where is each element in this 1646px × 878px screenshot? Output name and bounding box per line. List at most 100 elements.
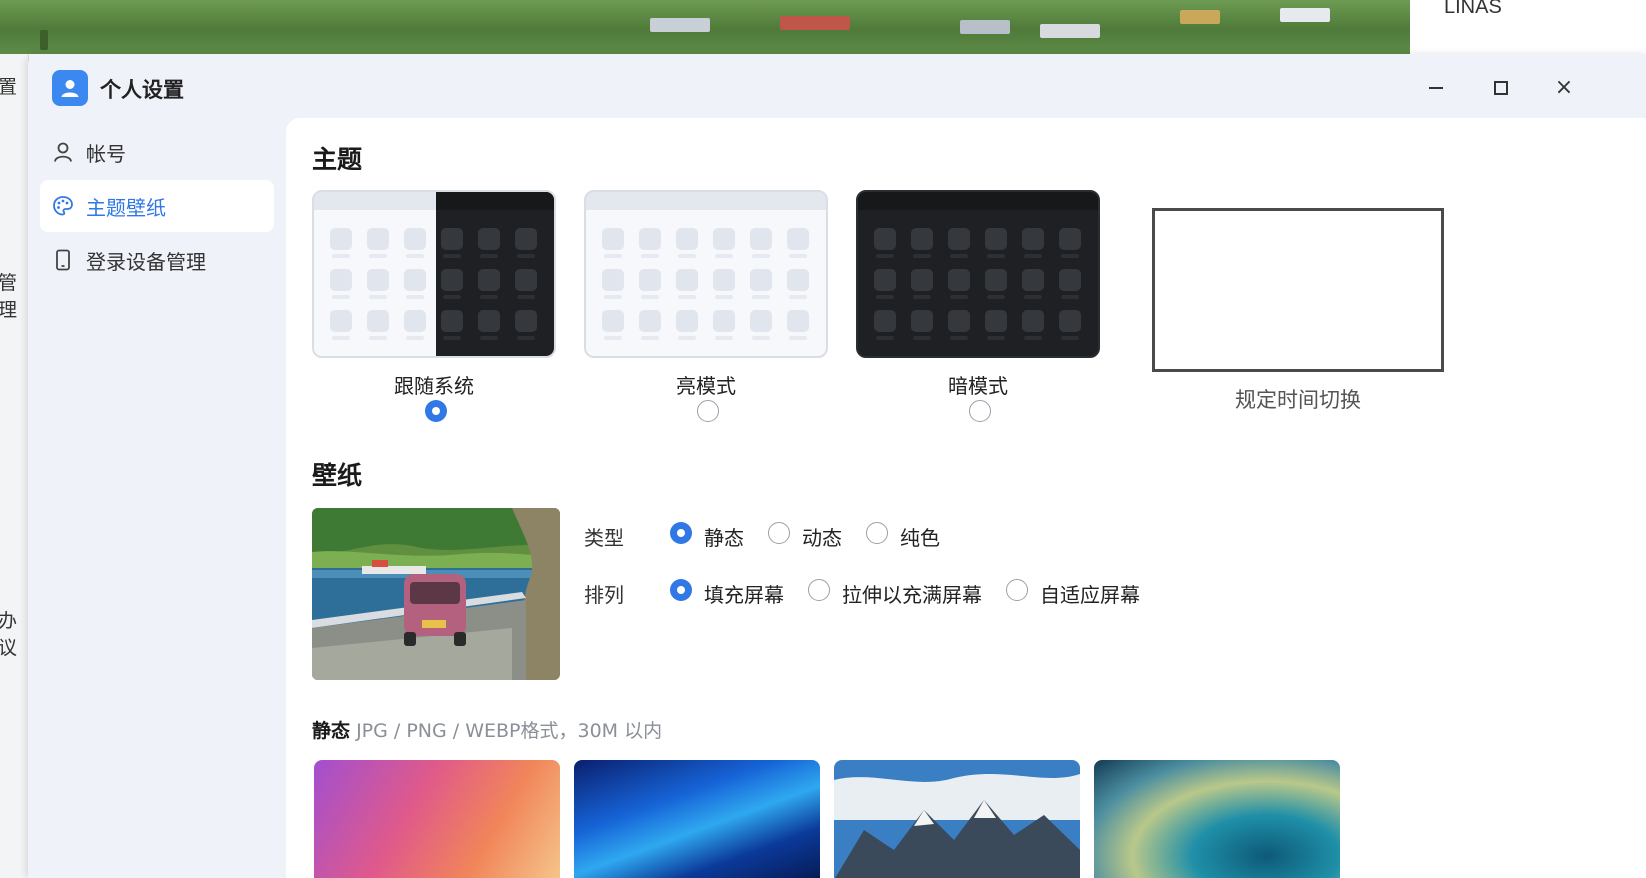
- preview-app-label-line: [752, 295, 770, 299]
- preview-app-tile: [1022, 228, 1044, 250]
- wallpaper-preview-image: [312, 508, 560, 680]
- theme-option-dark-preview[interactable]: [856, 190, 1100, 358]
- preview-app-label-line: [950, 295, 968, 299]
- preview-app-label-line: [987, 336, 1005, 340]
- minimize-button[interactable]: [1418, 70, 1454, 106]
- window-title: 个人设置: [100, 78, 184, 102]
- maximize-button[interactable]: [1483, 70, 1519, 106]
- preview-app-label-line: [752, 254, 770, 258]
- phone-icon: [52, 249, 74, 271]
- preview-app-label-line: [876, 254, 894, 258]
- preview-app-label-line: [987, 254, 1005, 258]
- preview-app-tile: [750, 310, 772, 332]
- wallpaper-heading: 壁纸: [312, 461, 363, 490]
- preview-app-tile: [713, 269, 735, 291]
- type-option-label: 静态: [704, 526, 744, 550]
- preview-app-tile: [330, 310, 352, 332]
- preview-app-tile: [515, 269, 537, 291]
- preview-app-label-line: [678, 336, 696, 340]
- preview-app-tile: [713, 228, 735, 250]
- wallpaper-type-label: 类型: [584, 526, 624, 550]
- static-wallpaper-caption: 静态 JPG / PNG / WEBP格式，30M 以内: [312, 716, 662, 743]
- theme-dark-radio[interactable]: [969, 400, 991, 422]
- preview-app-label-line: [641, 254, 659, 258]
- preview-app-tile: [639, 269, 661, 291]
- preview-app-label-line: [406, 336, 424, 340]
- preview-app-label-line: [987, 295, 1005, 299]
- preview-app-label-line: [913, 336, 931, 340]
- wallpaper-thumbnail[interactable]: [834, 760, 1080, 878]
- sidebar-item-theme-wallpaper[interactable]: 主题壁纸: [40, 180, 274, 232]
- arrange-stretch-radio[interactable]: [808, 579, 830, 601]
- preview-app-tile: [1059, 310, 1081, 332]
- preview-app-tile: [1059, 228, 1081, 250]
- preview-app-label-line: [950, 254, 968, 258]
- preview-app-tile: [639, 228, 661, 250]
- arrange-fill-radio[interactable]: [670, 579, 692, 601]
- preview-app-label-line: [443, 295, 461, 299]
- theme-option-light-preview[interactable]: [584, 190, 828, 358]
- preview-app-tile: [874, 310, 896, 332]
- preview-app-label-line: [480, 254, 498, 258]
- preview-app-label-line: [715, 254, 733, 258]
- close-icon: ×: [1554, 75, 1574, 100]
- preview-app-tile: [948, 269, 970, 291]
- preview-app-tile: [787, 269, 809, 291]
- preview-app-label-line: [876, 295, 894, 299]
- preview-app-label-line: [913, 254, 931, 258]
- preview-app-label-line: [517, 295, 535, 299]
- theme-system-radio[interactable]: [425, 400, 447, 422]
- preview-app-tile: [404, 228, 426, 250]
- preview-app-tile: [515, 228, 537, 250]
- minimize-icon: [1429, 87, 1443, 89]
- preview-app-tile: [750, 228, 772, 250]
- type-static-radio[interactable]: [670, 522, 692, 544]
- preview-app-label-line: [517, 254, 535, 258]
- arrange-option-label: 拉伸以充满屏幕: [842, 583, 982, 607]
- wallpaper-thumbnail[interactable]: [314, 760, 560, 878]
- preview-app-tile: [1059, 269, 1081, 291]
- preview-app-tile: [676, 310, 698, 332]
- wallpaper-thumbnail[interactable]: [574, 760, 820, 878]
- preview-app-tile: [948, 310, 970, 332]
- sidebar-item-device-management[interactable]: 登录设备管理: [40, 234, 274, 286]
- preview-app-label-line: [1061, 336, 1079, 340]
- close-button[interactable]: ×: [1546, 70, 1582, 106]
- preview-app-tile: [441, 228, 463, 250]
- preview-app-tile: [713, 310, 735, 332]
- preview-app-tile: [787, 310, 809, 332]
- preview-app-label-line: [641, 295, 659, 299]
- sidebar-item-label: 主题壁纸: [86, 195, 166, 220]
- preview-app-label-line: [332, 254, 350, 258]
- theme-option-label: 跟随系统: [394, 374, 474, 398]
- preview-app-tile: [404, 269, 426, 291]
- preview-app-tile: [1022, 269, 1044, 291]
- preview-app-tile: [441, 310, 463, 332]
- theme-light-radio[interactable]: [697, 400, 719, 422]
- static-title: 静态: [312, 720, 351, 742]
- theme-option-system-preview[interactable]: [312, 190, 556, 358]
- type-dynamic-radio[interactable]: [768, 522, 790, 544]
- preview-app-label-line: [332, 336, 350, 340]
- maximize-icon: [1494, 81, 1508, 95]
- preview-app-tile: [750, 269, 772, 291]
- preview-app-label-line: [1024, 336, 1042, 340]
- arrange-fit-radio[interactable]: [1006, 579, 1028, 601]
- theme-schedule-preview[interactable]: [1152, 208, 1444, 372]
- preview-app-tile: [367, 269, 389, 291]
- preview-app-tile: [404, 310, 426, 332]
- preview-app-label-line: [913, 295, 931, 299]
- background-fragment: 管理: [0, 272, 18, 321]
- preview-app-tile: [367, 310, 389, 332]
- preview-app-label-line: [369, 295, 387, 299]
- sidebar-item-account[interactable]: 帐号: [40, 126, 274, 178]
- preview-app-label-line: [752, 336, 770, 340]
- app-user-icon: [52, 70, 88, 106]
- type-solid-color-radio[interactable]: [866, 522, 888, 544]
- personal-settings-window: 个人设置 × 帐号 主题壁纸 登录设备管理 主题 跟随系统 亮模式 暗模式 规定…: [28, 54, 1646, 878]
- preview-app-label-line: [789, 336, 807, 340]
- preview-app-tile: [676, 269, 698, 291]
- preview-app-label-line: [876, 336, 894, 340]
- wallpaper-thumbnail[interactable]: [1094, 760, 1340, 878]
- theme-schedule-label[interactable]: 规定时间切换: [1152, 384, 1444, 414]
